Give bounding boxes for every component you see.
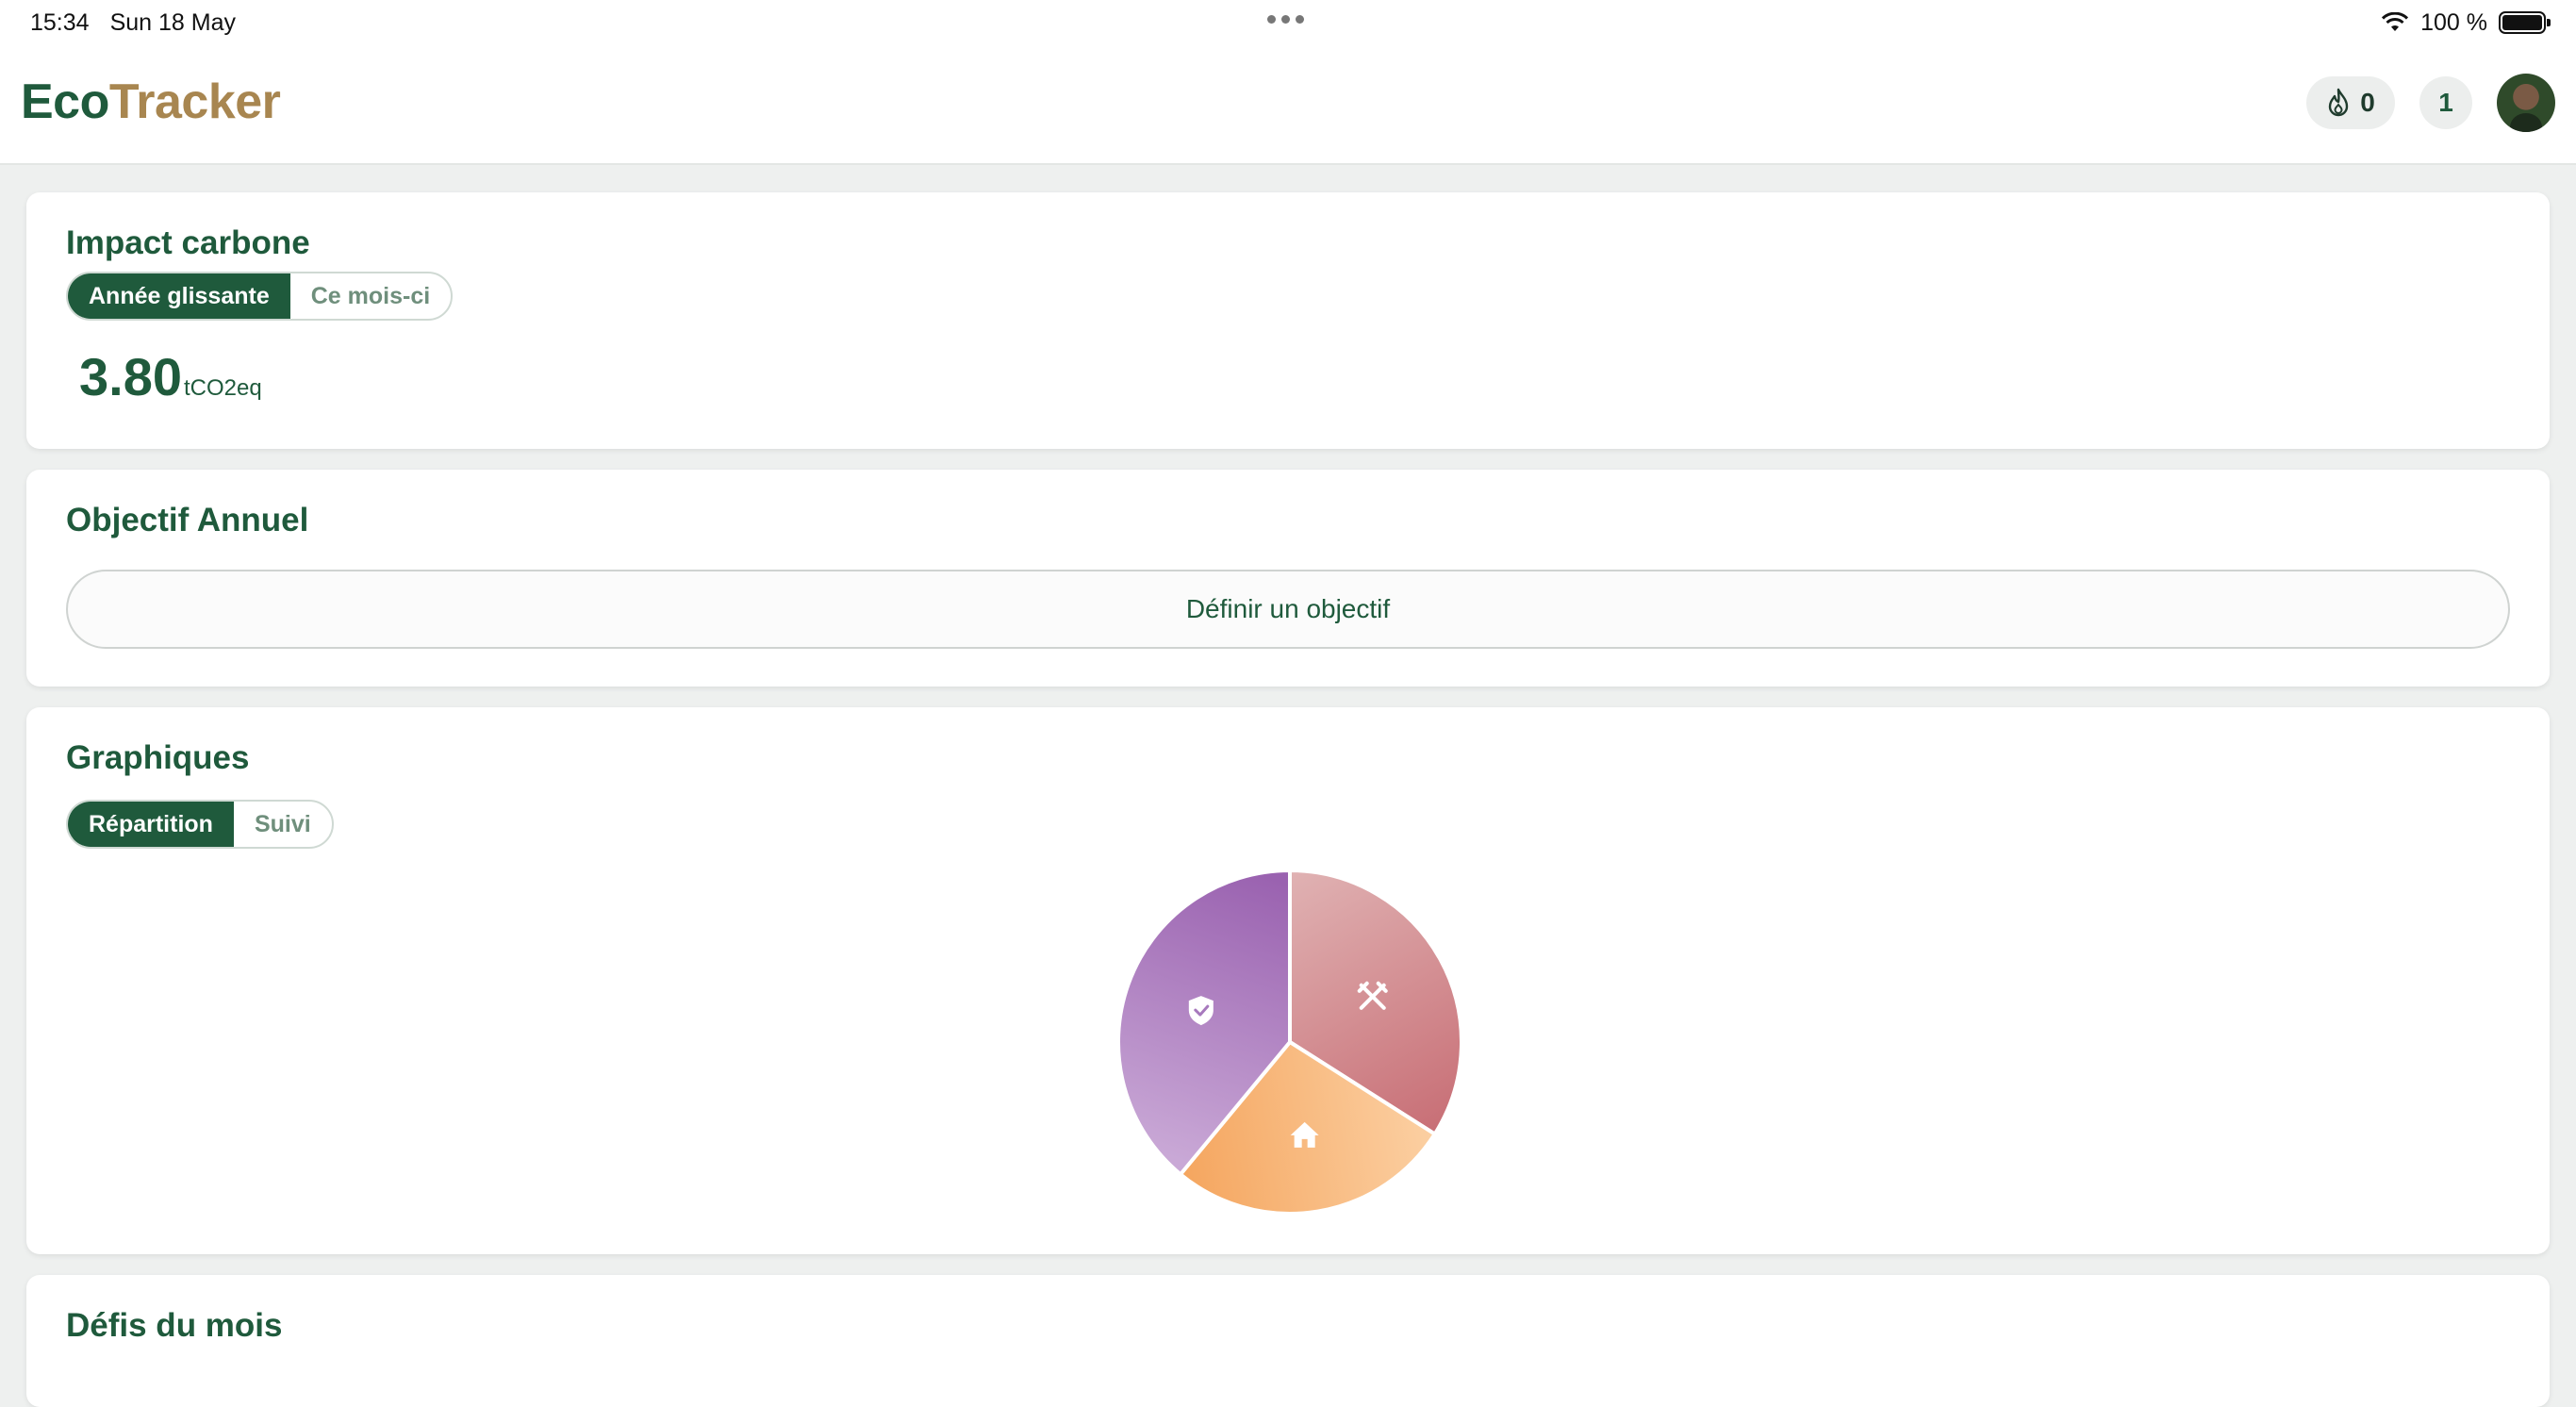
streak-count: 0: [2360, 88, 2375, 117]
status-time: 15:34: [30, 8, 90, 36]
app-logo[interactable]: EcoTracker: [21, 74, 281, 130]
user-avatar[interactable]: [2497, 74, 2555, 132]
battery-percent: 100 %: [2420, 8, 2487, 36]
multitasking-dots-icon[interactable]: [1267, 15, 1304, 24]
impact-title: Impact carbone: [66, 224, 310, 261]
chart-type-toggle: Répartition Suivi: [66, 800, 334, 849]
streak-counter-button[interactable]: 0: [2306, 76, 2395, 129]
challenges-title: Défis du mois: [66, 1307, 283, 1344]
status-date: Sun 18 May: [109, 8, 236, 36]
tab-annee-glissante[interactable]: Année glissante: [68, 273, 290, 319]
status-bar: 15:34 Sun 18 May 100 %: [0, 0, 2576, 45]
set-objective-button[interactable]: Définir un objectif: [66, 570, 2510, 649]
tab-suivi[interactable]: Suivi: [234, 802, 332, 847]
impact-number: 3.80: [79, 347, 182, 406]
impact-card: Impact carbone Année glissante Ce mois-c…: [26, 192, 2550, 449]
objective-card: Objectif Annuel Définir un objectif: [26, 470, 2550, 687]
battery-icon: [2499, 11, 2551, 34]
flame-icon: [2329, 88, 2349, 117]
tab-ce-mois-ci[interactable]: Ce mois-ci: [290, 273, 451, 319]
impact-value: 3.80 tCO2eq: [79, 346, 262, 407]
impact-unit: tCO2eq: [184, 375, 262, 401]
objective-title: Objectif Annuel: [66, 502, 309, 538]
tab-repartition[interactable]: Répartition: [68, 802, 234, 847]
top-navbar: EcoTracker 0 1: [0, 45, 2576, 165]
logo-eco: Eco: [21, 74, 109, 129]
charts-card: Graphiques Répartition Suivi: [26, 707, 2550, 1254]
charts-title: Graphiques: [66, 739, 250, 776]
logo-tracker: Tracker: [108, 74, 281, 129]
wifi-icon: [2382, 12, 2409, 31]
distribution-pie-chart: [1116, 868, 1463, 1216]
impact-period-toggle: Année glissante Ce mois-ci: [66, 272, 454, 321]
notification-counter-button[interactable]: 1: [2419, 76, 2472, 129]
challenges-card: Défis du mois: [26, 1275, 2550, 1407]
notification-count: 1: [2438, 88, 2453, 117]
